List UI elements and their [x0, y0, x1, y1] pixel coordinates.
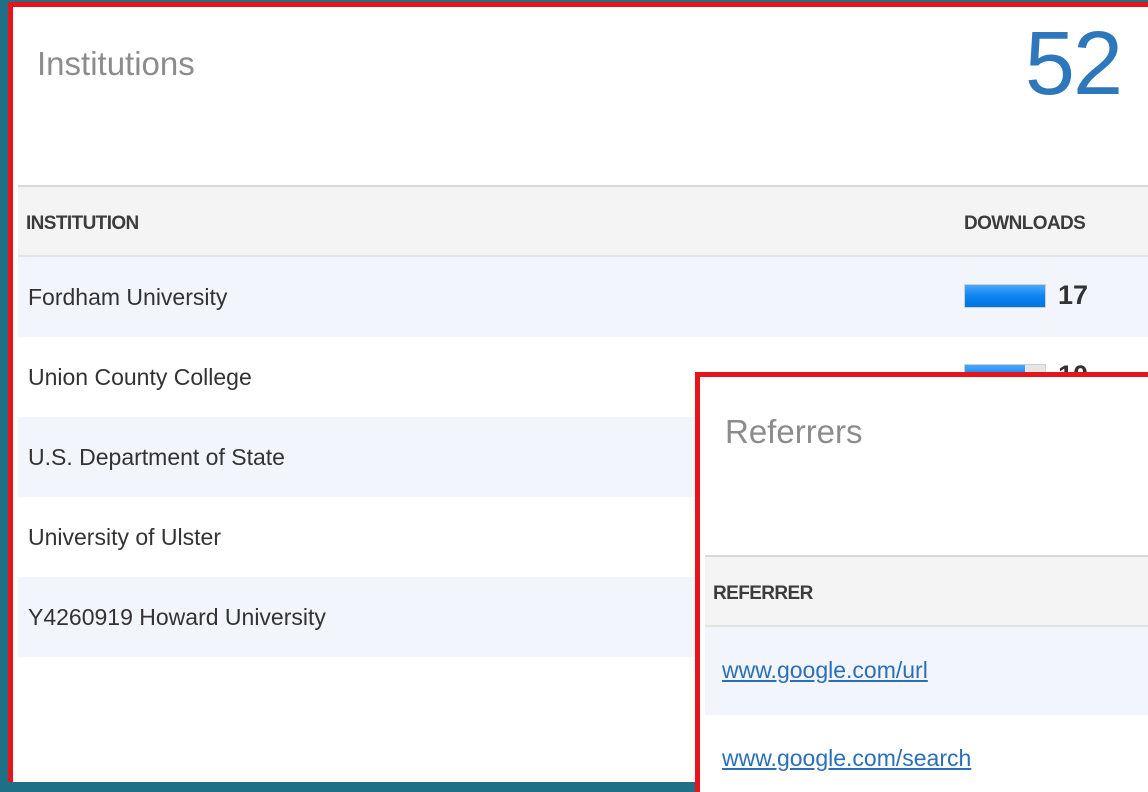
institution-name: Fordham University — [28, 284, 228, 310]
institutions-title: Institutions — [37, 45, 195, 82]
table-row[interactable]: Fordham University 17 — [18, 257, 1148, 337]
table-row: www.google.com/search — [705, 715, 1148, 792]
referrer-link[interactable]: www.google.com/search — [722, 745, 971, 772]
table-row: www.google.com/url — [705, 627, 1148, 715]
referrers-panel: Referrers REFERRER www.google.com/url ww… — [695, 372, 1148, 792]
institution-name: Union County College — [28, 364, 252, 390]
referrers-table-header: REFERRER — [705, 555, 1148, 627]
institutions-table-header: INSTITUTION DOWNLOADS — [18, 185, 1148, 257]
column-header-referrer[interactable]: REFERRER — [713, 583, 813, 605]
referrer-link[interactable]: www.google.com/url — [722, 657, 928, 684]
downloads-count: 17 — [1058, 280, 1089, 310]
column-header-downloads[interactable]: DOWNLOADS — [964, 213, 1086, 235]
institutions-total-count: 52 — [1024, 14, 1123, 114]
downloads-bar-fill — [965, 285, 1045, 307]
institution-name: Y4260919 Howard University — [28, 604, 326, 630]
referrers-table: REFERRER www.google.com/url www.google.c… — [705, 555, 1148, 792]
institution-name: U.S. Department of State — [28, 444, 285, 470]
downloads-bar — [964, 284, 1046, 308]
institution-name: University of Ulster — [28, 524, 221, 550]
referrers-title: Referrers — [725, 413, 863, 450]
column-header-institution[interactable]: INSTITUTION — [26, 213, 139, 235]
